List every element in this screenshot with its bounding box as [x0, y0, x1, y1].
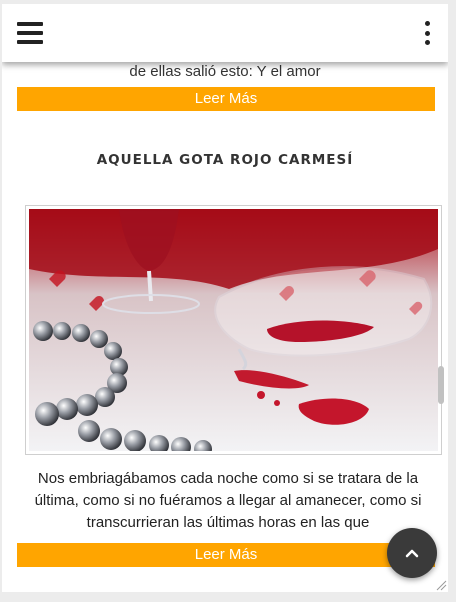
wine-glasses-image	[29, 209, 438, 451]
read-more-button[interactable]: Leer Más	[17, 87, 435, 111]
resize-grip-icon[interactable]	[435, 579, 447, 591]
top-bar	[2, 4, 448, 62]
scrollbar-thumb[interactable]	[438, 366, 444, 404]
page: de ellas salió esto: Y el amor Leer Más …	[2, 4, 448, 592]
read-more-button[interactable]: Leer Más	[17, 543, 435, 567]
back-to-top-button[interactable]	[387, 528, 437, 578]
previous-post-excerpt: de ellas salió esto: Y el amor	[129, 63, 321, 80]
chevron-up-icon	[405, 549, 419, 558]
post-image[interactable]	[25, 205, 442, 455]
post-excerpt: Nos embriagábamos cada noche como si se …	[34, 470, 422, 531]
post-title[interactable]: AQUELLA GOTA ROJO CARMESÍ	[2, 152, 448, 168]
hamburger-menu-icon[interactable]	[17, 22, 43, 44]
vertical-dots-icon[interactable]	[420, 21, 434, 45]
